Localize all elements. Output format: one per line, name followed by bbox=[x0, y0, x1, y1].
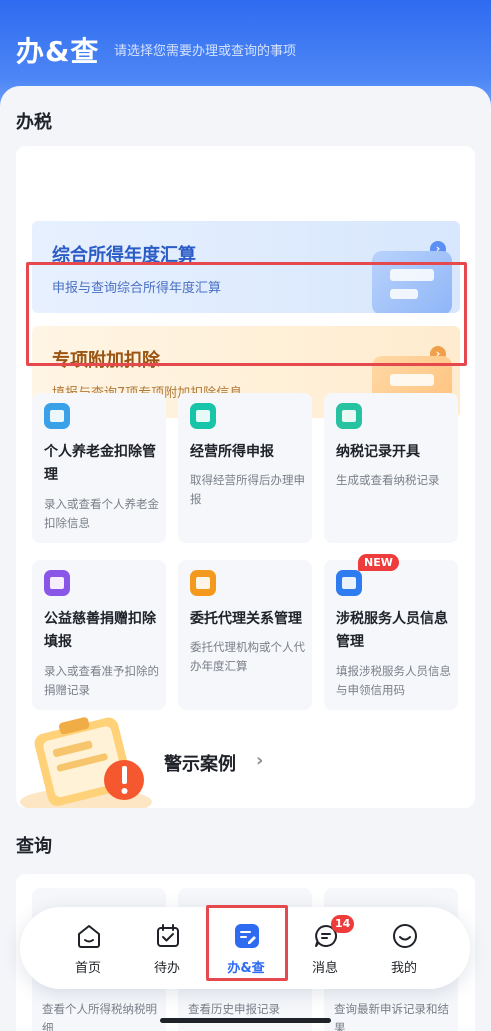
tile-title: 公益慈善捐赠扣除填报 bbox=[44, 611, 156, 650]
page-subtitle: 请选择您需要办理或查询的事项 bbox=[114, 44, 297, 59]
charity-heart-icon bbox=[44, 570, 70, 596]
record-stamp-icon bbox=[336, 403, 362, 429]
tab-profile[interactable]: 我的 bbox=[364, 907, 444, 989]
tile-title: 纳税记录开具 bbox=[336, 444, 420, 460]
tile-title: 委托代理关系管理 bbox=[190, 611, 302, 627]
tile-desc: 录入或查看准予扣除的捐赠记录 bbox=[44, 664, 159, 697]
tile-business-income[interactable]: 经营所得申报 取得经营所得后办理申报 bbox=[178, 393, 312, 543]
highlight-box-active-tab bbox=[206, 905, 288, 981]
tile-pension-deduction[interactable]: 个人养老金扣除管理 录入或查看个人养老金扣除信息 bbox=[32, 393, 166, 543]
home-indicator[interactable] bbox=[160, 1018, 331, 1023]
calendar-check-icon bbox=[157, 924, 179, 947]
tax-section-card: 综合所得年度汇算 申报与查询综合所得年度汇算 › 专项附加扣除 填报与查询7项专… bbox=[16, 146, 475, 808]
chevron-right-icon: › bbox=[256, 750, 264, 771]
tile-desc: 生成或查看纳税记录 bbox=[336, 473, 440, 487]
tile-title: 个人养老金扣除管理 bbox=[44, 444, 156, 483]
tab-todo[interactable]: 待办 bbox=[127, 907, 207, 989]
pension-card-icon bbox=[44, 403, 70, 429]
tile-tax-record[interactable]: 纳税记录开具 生成或查看纳税记录 bbox=[324, 393, 458, 543]
tab-label: 我的 bbox=[390, 961, 417, 976]
tile-desc: 查看个人所得税纳税明细 bbox=[42, 1002, 157, 1031]
tile-desc: 取得经营所得后办理申报 bbox=[190, 473, 305, 506]
highlight-box-special-deduction bbox=[26, 262, 467, 366]
tax-section-title: 办税 bbox=[16, 112, 52, 133]
business-report-icon bbox=[190, 403, 216, 429]
tab-label: 消息 bbox=[311, 961, 338, 976]
tab-home[interactable]: 首页 bbox=[48, 907, 128, 989]
home-icon bbox=[78, 925, 100, 948]
message-count-badge: 14 bbox=[331, 915, 355, 933]
tile-title: 经营所得申报 bbox=[190, 444, 274, 460]
tile-charity-donation[interactable]: 公益慈善捐赠扣除填报 录入或查看准予扣除的捐赠记录 bbox=[32, 560, 166, 710]
smile-icon bbox=[393, 924, 417, 948]
tile-desc: 查询最新申诉记录和结果 bbox=[334, 1002, 449, 1031]
page-title: 办&查 bbox=[16, 35, 100, 68]
tile-title: 涉税服务人员信息管理 bbox=[336, 611, 448, 650]
tile-desc: 填报涉税服务人员信息与申领信用码 bbox=[336, 664, 451, 697]
tile-agent-relation[interactable]: 委托代理关系管理 委托代理机构或个人代办年度汇算 bbox=[178, 560, 312, 710]
warning-cases-entry[interactable]: 警示案例 › bbox=[16, 706, 475, 808]
warning-cases-title: 警示案例 bbox=[164, 754, 236, 775]
staff-folder-icon bbox=[336, 570, 362, 596]
tile-desc: 录入或查看个人养老金扣除信息 bbox=[44, 497, 159, 530]
main-content[interactable]: 办税 综合所得年度汇算 申报与查询综合所得年度汇算 › 专项附加扣除 填报与查询… bbox=[0, 86, 491, 1031]
tab-label: 待办 bbox=[153, 961, 180, 976]
tile-tax-service-staff[interactable]: NEW 涉税服务人员信息管理 填报涉税服务人员信息与申领信用码 bbox=[324, 554, 458, 710]
tab-label: 首页 bbox=[74, 961, 101, 976]
warning-clipboard-icon bbox=[20, 717, 152, 808]
tab-messages[interactable]: 14 消息 bbox=[285, 907, 365, 989]
tile-desc: 委托代理机构或个人代办年度汇算 bbox=[190, 640, 305, 673]
query-section-title: 查询 bbox=[16, 836, 52, 857]
agent-handshake-icon bbox=[190, 570, 216, 596]
tile-desc: 查看历史申报记录 bbox=[188, 1002, 280, 1016]
new-badge: NEW bbox=[358, 554, 399, 571]
